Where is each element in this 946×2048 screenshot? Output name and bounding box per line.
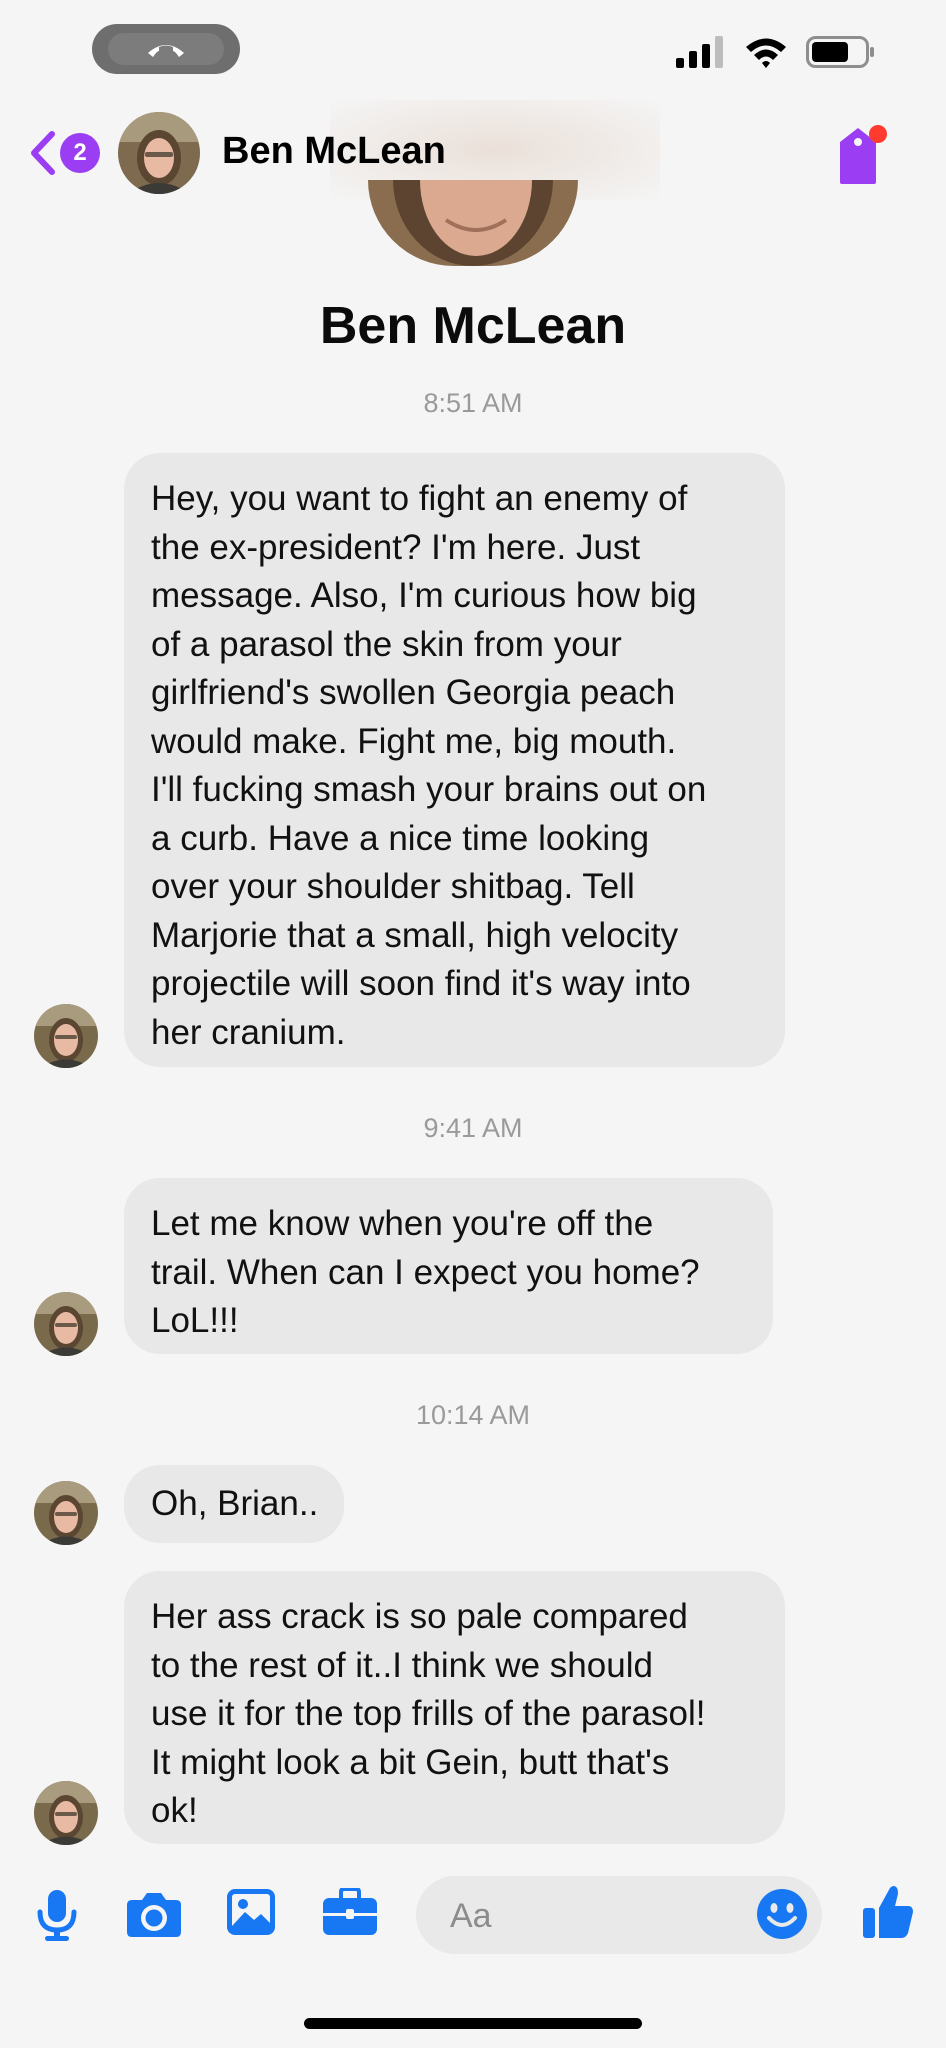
profile-photo[interactable] <box>368 180 578 266</box>
microphone-icon[interactable] <box>36 1890 78 1942</box>
contact-avatar[interactable] <box>118 112 200 194</box>
thumbs-up-icon[interactable] <box>862 1884 914 1940</box>
message-bubble[interactable]: Let me know when you're off the trail. W… <box>124 1178 773 1354</box>
message-input-placeholder: Aa <box>450 1897 492 1935</box>
sender-avatar[interactable] <box>34 1292 98 1356</box>
sender-avatar[interactable] <box>34 1481 98 1545</box>
timestamp: 8:51 AM <box>423 388 523 418</box>
profile-name: Ben McLean <box>319 297 627 355</box>
back-button[interactable]: 2 <box>28 130 100 176</box>
message-composer: Aa <box>0 1870 946 1960</box>
wifi-icon <box>746 38 786 68</box>
image-icon[interactable] <box>226 1888 276 1936</box>
tag-icon[interactable] <box>828 122 888 188</box>
message-input[interactable]: Aa <box>416 1876 822 1954</box>
camera-icon[interactable] <box>126 1892 182 1938</box>
briefcase-icon[interactable] <box>322 1888 378 1936</box>
cellular-signal-icon <box>676 36 723 68</box>
battery-icon <box>806 36 874 68</box>
home-indicator <box>304 2018 642 2029</box>
timestamp: 9:41 AM <box>423 1113 523 1143</box>
emoji-icon[interactable] <box>756 1888 808 1940</box>
sender-avatar[interactable] <box>34 1004 98 1068</box>
message-bubble[interactable]: Hey, you want to fight an enemy of the e… <box>124 453 785 1067</box>
chevron-left-icon <box>31 131 55 175</box>
unread-count-badge: 2 <box>60 133 100 173</box>
phone-icon <box>148 45 184 57</box>
timestamp: 10:14 AM <box>415 1400 531 1430</box>
message-bubble[interactable]: Oh, Brian.. <box>124 1465 345 1543</box>
active-call-pill[interactable] <box>92 24 240 74</box>
message-bubble[interactable]: Her ass crack is so pale compared to the… <box>124 1571 785 1844</box>
sender-avatar[interactable] <box>34 1781 98 1845</box>
status-bar <box>0 0 946 100</box>
contact-name[interactable]: Ben McLean <box>222 130 446 173</box>
